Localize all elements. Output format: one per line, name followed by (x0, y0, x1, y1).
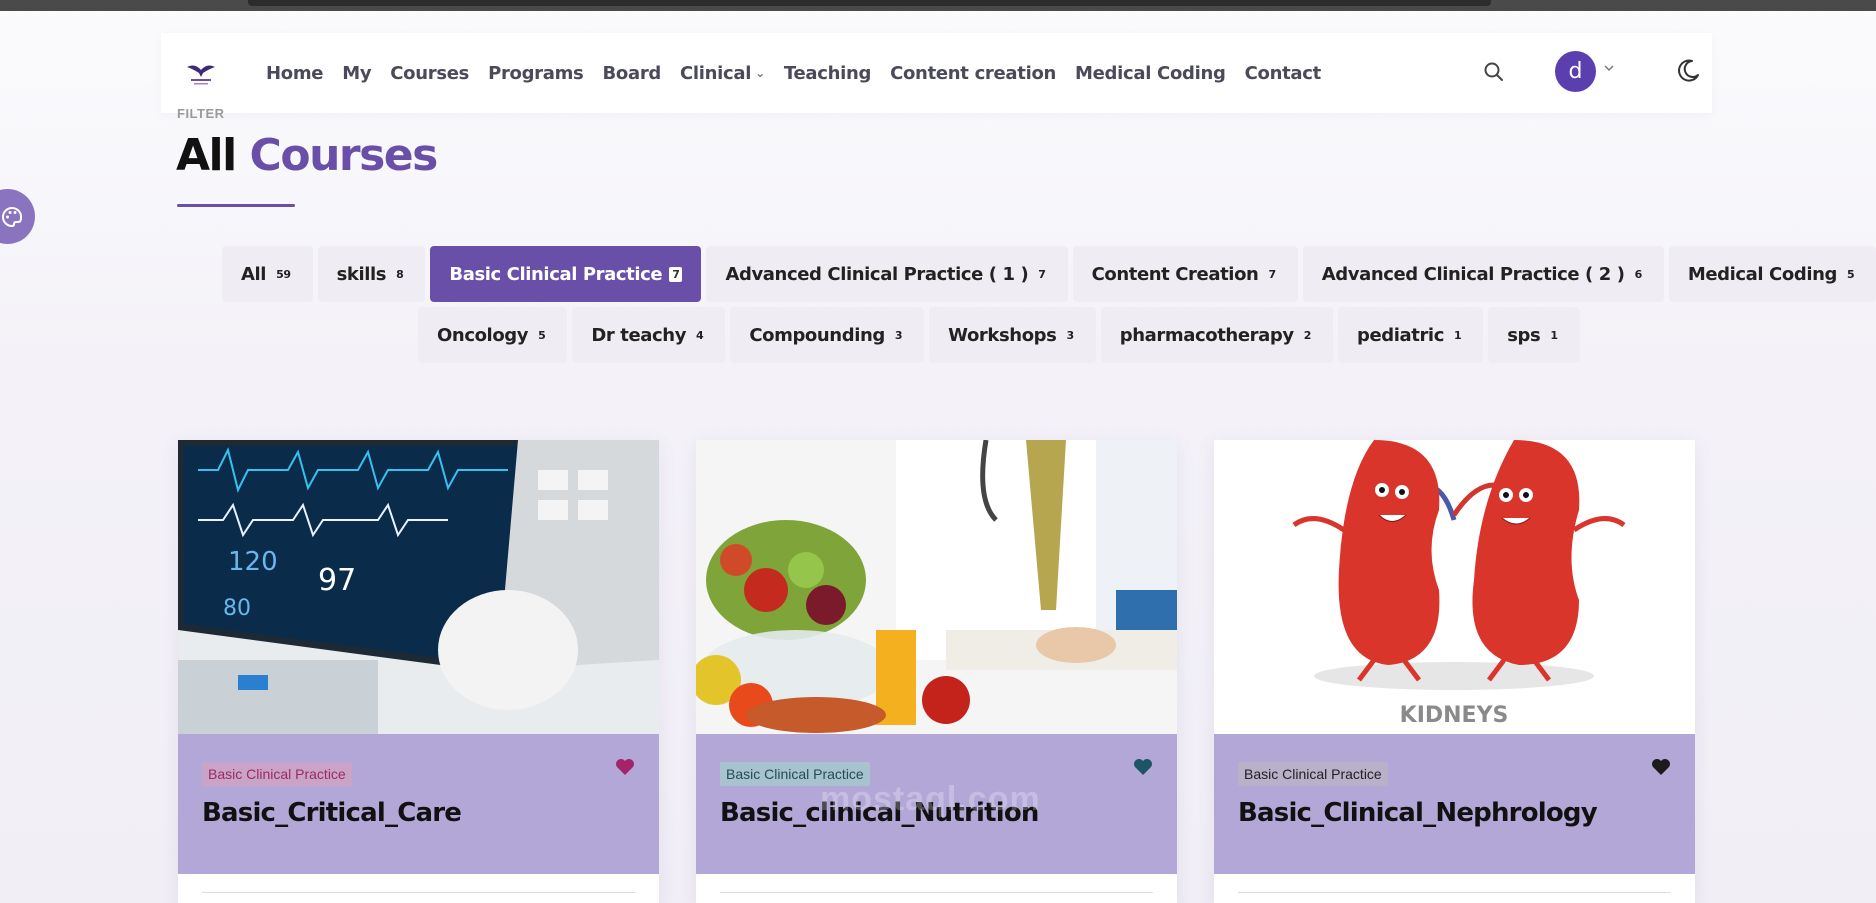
filter-chip-count: 4 (696, 328, 704, 342)
nav-contact[interactable]: Contact (1245, 63, 1322, 84)
nav-programs[interactable]: Programs (488, 63, 584, 84)
filter-chip-basic-clinical-practice[interactable]: Basic Clinical Practice 7 (430, 246, 702, 302)
filter-chip-pharmacotherapy[interactable]: pharmacotherapy 2 (1100, 307, 1333, 363)
kidneys-caption: KIDNEYS (1400, 703, 1509, 728)
filter-chip-content-creation[interactable]: Content Creation 7 (1072, 246, 1298, 302)
brand-logo-icon[interactable] (185, 57, 217, 87)
nav-teaching[interactable]: Teaching (784, 63, 872, 84)
browser-top-bar (0, 0, 1876, 11)
avatar[interactable]: d (1555, 51, 1596, 92)
filter-chip-label: pharmacotherapy (1119, 324, 1294, 346)
filter-chip-label: skills (336, 263, 387, 285)
nav-medical-coding[interactable]: Medical Coding (1075, 63, 1226, 84)
filter-chip-label: Basic Clinical Practice (449, 263, 663, 285)
course-card[interactable]: Basic Clinical Practice Basic_clinical_N… (696, 440, 1177, 903)
filter-chip-advanced-clinical-practice-1[interactable]: Advanced Clinical Practice ( 1 ) 7 (706, 246, 1068, 302)
filter-chip-advanced-clinical-practice-2[interactable]: Advanced Clinical Practice ( 2 ) 6 (1302, 246, 1664, 302)
heart-icon[interactable] (615, 758, 635, 776)
filter-chip-label: Content Creation (1091, 263, 1259, 285)
nav-clinical[interactable]: Clinical ⌄ (680, 63, 765, 84)
page-title: All Courses (176, 130, 439, 181)
filter-chip-label: Workshops (948, 324, 1057, 346)
filter-chip-label: Dr teachy (591, 324, 687, 346)
patient-monitor-image: 120 97 80 (178, 440, 659, 734)
nav-my[interactable]: My (342, 63, 371, 84)
filter-chip-label: Advanced Clinical Practice ( 2 ) (1321, 263, 1625, 285)
filter-chip-count: 3 (1066, 328, 1074, 342)
filter-chip-count: 5 (1847, 267, 1855, 281)
course-title[interactable]: Basic_Critical_Care (202, 798, 462, 828)
page-title-part1: All (176, 130, 237, 181)
nav-content-creation[interactable]: Content creation (890, 63, 1056, 84)
filter-chip-count: 3 (894, 328, 903, 342)
filter-row-1: All 59 skills 8 Basic Clinical Practice 7 A… (222, 246, 1876, 302)
course-card-info: Basic Clinical Practice Basic_Critical_C… (178, 734, 659, 874)
filter-chip-count: 2 (1303, 328, 1312, 342)
nav-home[interactable]: Home (266, 63, 324, 84)
filter-chip-count: 59 (276, 267, 291, 281)
filter-chip-dr-teachy[interactable]: Dr teachy 4 (572, 307, 726, 363)
course-category-badge: Basic Clinical Practice (202, 762, 352, 786)
watermark: mostaql.com (820, 780, 1041, 818)
svg-text:120: 120 (228, 547, 278, 577)
chevron-down-icon: ⌄ (755, 66, 765, 80)
browser-url-bar (248, 0, 1491, 6)
svg-text:97: 97 (318, 563, 356, 598)
course-category-badge: Basic Clinical Practice (1238, 762, 1388, 786)
page-title-part2: Courses (249, 130, 439, 181)
filter-chip-workshops[interactable]: Workshops 3 (929, 307, 1096, 363)
search-icon[interactable] (1481, 59, 1507, 85)
course-card[interactable]: 120 97 80 Basic Clinical Practice Basic_… (178, 440, 659, 903)
filter-row-2: Oncology 5 Dr teachy 4 Compounding 3 Worksh… (418, 307, 1580, 363)
heart-icon[interactable] (1651, 758, 1671, 776)
nav-clinical-label: Clinical (679, 62, 752, 84)
filter-chip-count: 8 (396, 267, 404, 281)
chevron-down-icon[interactable] (1602, 61, 1616, 75)
filter-chip-label: Advanced Clinical Practice ( 1 ) (725, 263, 1029, 285)
filter-chip-compounding[interactable]: Compounding 3 (730, 307, 925, 363)
filter-chip-oncology[interactable]: Oncology 5 (418, 307, 568, 363)
filter-label: FILTER (177, 106, 225, 121)
filter-chip-all[interactable]: All 59 (222, 246, 313, 302)
nav-links: Home My Courses Programs Board Clinical ⌄… (266, 33, 1340, 113)
filter-chip-pediatric[interactable]: pediatric 1 (1337, 307, 1484, 363)
filter-chip-label: Oncology (437, 324, 529, 346)
filter-chip-label: Medical Coding (1687, 263, 1838, 285)
filter-chip-count: 7 (669, 266, 683, 282)
nav-board[interactable]: Board (602, 63, 661, 84)
filter-chip-sps[interactable]: sps 1 (1488, 307, 1580, 363)
filter-chip-count: 1 (1550, 328, 1558, 342)
course-card[interactable]: KIDNEYS Basic Clinical Practice Basic_Cl… (1214, 440, 1695, 903)
filter-chip-label: Compounding (749, 324, 885, 346)
navbar: Home My Courses Programs Board Clinical ⌄… (161, 33, 1712, 113)
card-divider (202, 892, 635, 893)
filter-chip-label: sps (1507, 324, 1541, 346)
filter-chip-label: All (241, 263, 267, 285)
filter-chip-label: pediatric (1356, 324, 1444, 346)
filter-chip-skills[interactable]: skills 8 (317, 246, 426, 302)
filter-chip-count: 5 (538, 328, 546, 342)
heart-icon[interactable] (1133, 758, 1153, 776)
nav-courses[interactable]: Courses (390, 63, 469, 84)
moon-icon[interactable] (1673, 56, 1703, 86)
filter-chip-medical-coding[interactable]: Medical Coding 5 (1668, 246, 1876, 302)
filter-chip-count: 7 (1268, 267, 1276, 281)
svg-text:80: 80 (223, 596, 251, 621)
title-underline (177, 204, 295, 207)
theme-palette-button[interactable] (0, 189, 35, 244)
card-divider (1238, 892, 1671, 893)
doctor-fruits-image (696, 440, 1177, 734)
filter-chip-count: 6 (1634, 267, 1643, 281)
course-title[interactable]: Basic_Clinical_Nephrology (1238, 798, 1598, 828)
filter-chip-count: 1 (1453, 328, 1462, 342)
filter-chip-count: 7 (1038, 267, 1046, 281)
card-divider (720, 892, 1153, 893)
kidneys-cartoon-image: KIDNEYS (1214, 440, 1695, 734)
course-card-info: Basic Clinical Practice Basic_Clinical_N… (1214, 734, 1695, 874)
palette-icon (2, 206, 23, 227)
